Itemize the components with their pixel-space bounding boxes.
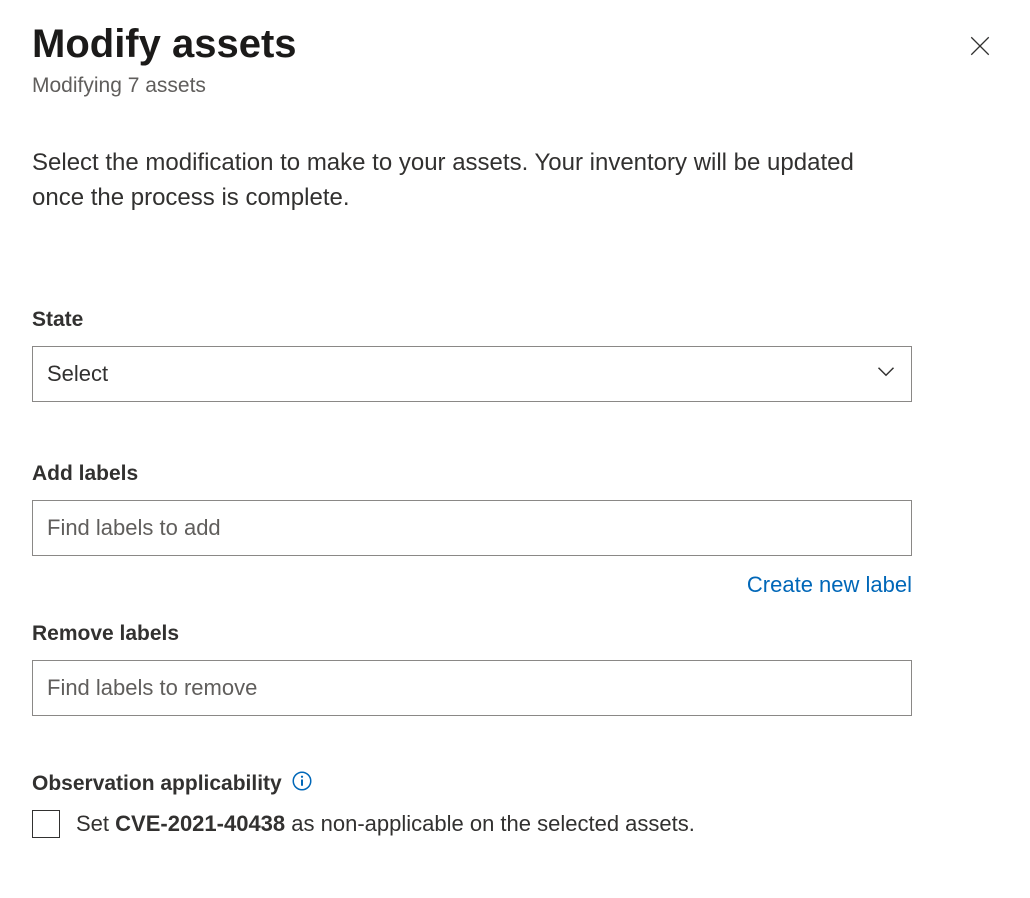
close-icon (970, 44, 990, 59)
add-labels-input[interactable] (32, 500, 912, 556)
observation-checkbox[interactable] (32, 810, 60, 838)
checkbox-text-suffix: as non-applicable on the selected assets… (285, 811, 695, 836)
add-labels-field-group: Add labels Create new label (32, 462, 998, 598)
page-subtitle: Modifying 7 assets (32, 74, 297, 98)
checkbox-text-bold: CVE-2021-40438 (115, 811, 285, 836)
page-title: Modify assets (32, 20, 297, 68)
remove-labels-input[interactable] (32, 660, 912, 716)
checkbox-text-prefix: Set (76, 811, 115, 836)
remove-labels-label: Remove labels (32, 622, 998, 646)
state-field-group: State Select (32, 308, 998, 402)
info-icon[interactable] (292, 771, 312, 791)
observation-field-group: Observation applicability Set CVE-2021-4… (32, 772, 998, 838)
observation-checkbox-label: Set CVE-2021-40438 as non-applicable on … (76, 811, 695, 837)
add-labels-label: Add labels (32, 462, 998, 486)
observation-label-text: Observation applicability (32, 772, 282, 796)
state-select-value: Select (47, 361, 108, 387)
header-block: Modify assets Modifying 7 assets (32, 20, 297, 98)
remove-labels-field-group: Remove labels (32, 622, 998, 716)
state-select[interactable]: Select (32, 346, 912, 402)
state-label: State (32, 308, 998, 332)
create-new-label-link[interactable]: Create new label (747, 572, 912, 598)
observation-label: Observation applicability (32, 772, 998, 796)
description-text: Select the modification to make to your … (32, 146, 912, 216)
close-button[interactable] (962, 28, 998, 67)
